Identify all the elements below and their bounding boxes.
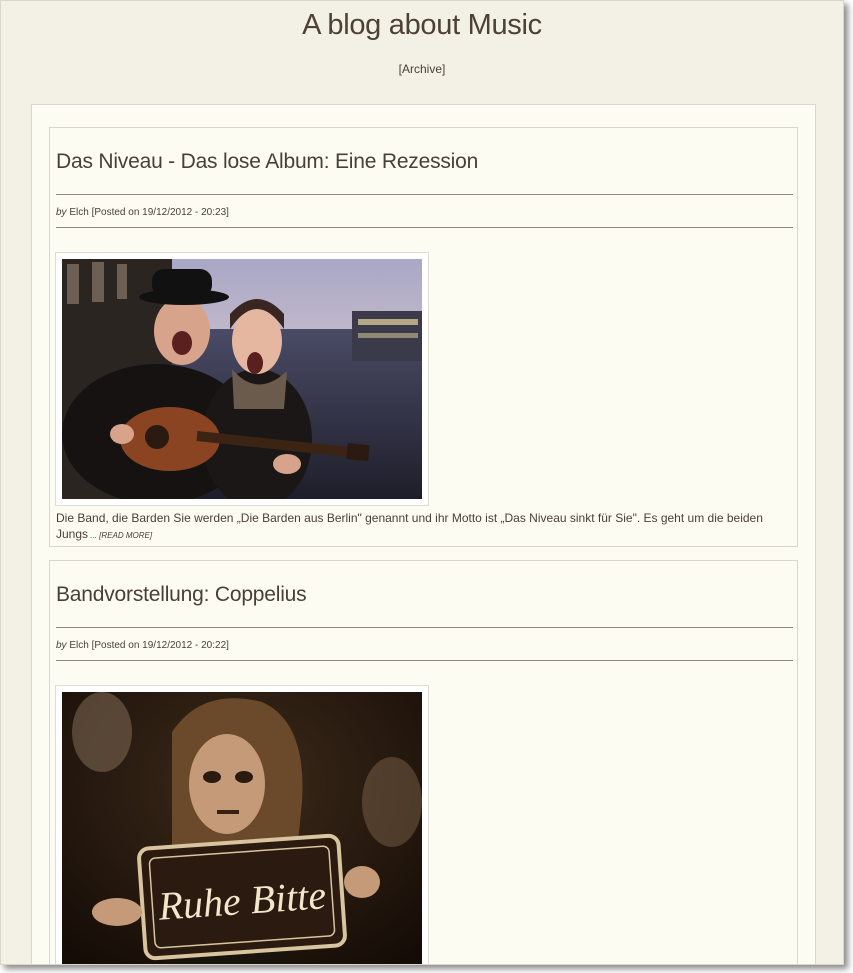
post-date: [Posted on 19/12/2012 - 20:23] xyxy=(91,207,229,218)
post-image[interactable] xyxy=(55,252,429,506)
post-title[interactable]: Das Niveau - Das lose Album: Eine Rezess… xyxy=(56,150,478,174)
post-meta: by Elch [Posted on 19/12/2012 - 20:23] xyxy=(56,207,229,218)
by-label: by xyxy=(56,207,67,218)
excerpt-text: Die Band, die Barden Sie werden „Die Bar… xyxy=(56,511,763,541)
main-content: Das Niveau - Das lose Album: Eine Rezess… xyxy=(31,104,816,964)
band-photo xyxy=(62,259,422,499)
post-title[interactable]: Bandvorstellung: Coppelius xyxy=(56,583,307,607)
post-image[interactable]: Ruhe Bitte xyxy=(55,685,429,964)
site-title: A blog about Music xyxy=(302,9,542,41)
post-date: [Posted on 19/12/2012 - 20:22] xyxy=(91,640,229,651)
ellipsis: ... xyxy=(88,531,100,540)
post-excerpt: Die Band, die Barden Sie werden „Die Bar… xyxy=(56,510,791,544)
post-card: Das Niveau - Das lose Album: Eine Rezess… xyxy=(49,127,798,547)
page-frame: A blog about Music [Archive] Das Niveau … xyxy=(0,0,844,965)
author-name[interactable]: Elch xyxy=(69,640,88,651)
post-card: Bandvorstellung: Coppelius by Elch [Post… xyxy=(49,560,798,964)
archive-link[interactable]: [Archive] xyxy=(399,62,446,76)
divider xyxy=(56,627,793,628)
archive-nav: [Archive] xyxy=(1,62,843,76)
divider xyxy=(56,660,793,661)
read-more-link[interactable]: [READ MORE] xyxy=(99,531,152,540)
author-name[interactable]: Elch xyxy=(69,207,88,218)
divider xyxy=(56,227,793,228)
by-label: by xyxy=(56,640,67,651)
performer-photo: Ruhe Bitte xyxy=(62,692,422,964)
divider xyxy=(56,194,793,195)
post-meta: by Elch [Posted on 19/12/2012 - 20:22] xyxy=(56,640,229,651)
